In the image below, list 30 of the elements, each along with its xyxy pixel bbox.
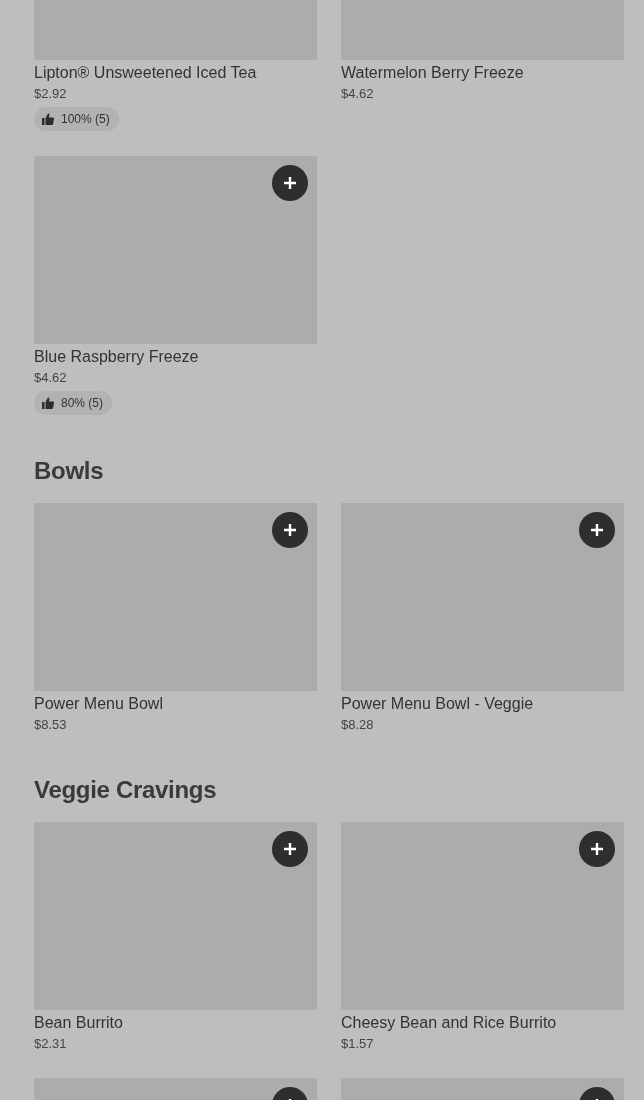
rating-text: 100% (5) bbox=[61, 111, 110, 128]
item-name: Power Menu Bowl bbox=[34, 694, 164, 714]
section-title: Veggie Cravings bbox=[34, 775, 218, 805]
add-button[interactable] bbox=[272, 165, 308, 201]
add-button[interactable] bbox=[272, 831, 308, 867]
thumbs-up-icon bbox=[42, 397, 54, 409]
item-price: $1.57 bbox=[341, 1035, 375, 1053]
item-name: Watermelon Berry Freeze bbox=[341, 63, 525, 83]
item-price: $2.31 bbox=[34, 1035, 68, 1053]
item-name: Bean Burrito bbox=[34, 1013, 124, 1033]
section-title: Bowls bbox=[34, 456, 105, 486]
plus-icon bbox=[283, 523, 297, 537]
item-name: Lipton® Unsweetened Iced Tea bbox=[34, 63, 258, 83]
plus-icon bbox=[590, 842, 604, 856]
item-price: $4.62 bbox=[341, 85, 375, 103]
item-price: $8.28 bbox=[341, 716, 375, 734]
rating-text: 80% (5) bbox=[61, 395, 104, 412]
add-button[interactable] bbox=[579, 512, 615, 548]
plus-icon bbox=[283, 842, 297, 856]
add-button[interactable] bbox=[272, 512, 308, 548]
item-name: Power Menu Bowl - Veggie bbox=[341, 694, 535, 714]
item-price: $4.62 bbox=[34, 369, 68, 387]
plus-icon bbox=[590, 523, 604, 537]
thumbs-up-icon bbox=[42, 113, 54, 125]
plus-icon bbox=[283, 176, 297, 190]
item-name: Blue Raspberry Freeze bbox=[34, 347, 200, 367]
item-price: $2.92 bbox=[34, 85, 68, 103]
item-name: Cheesy Bean and Rice Burrito bbox=[341, 1013, 558, 1033]
item-price: $8.53 bbox=[34, 716, 68, 734]
add-button[interactable] bbox=[579, 831, 615, 867]
